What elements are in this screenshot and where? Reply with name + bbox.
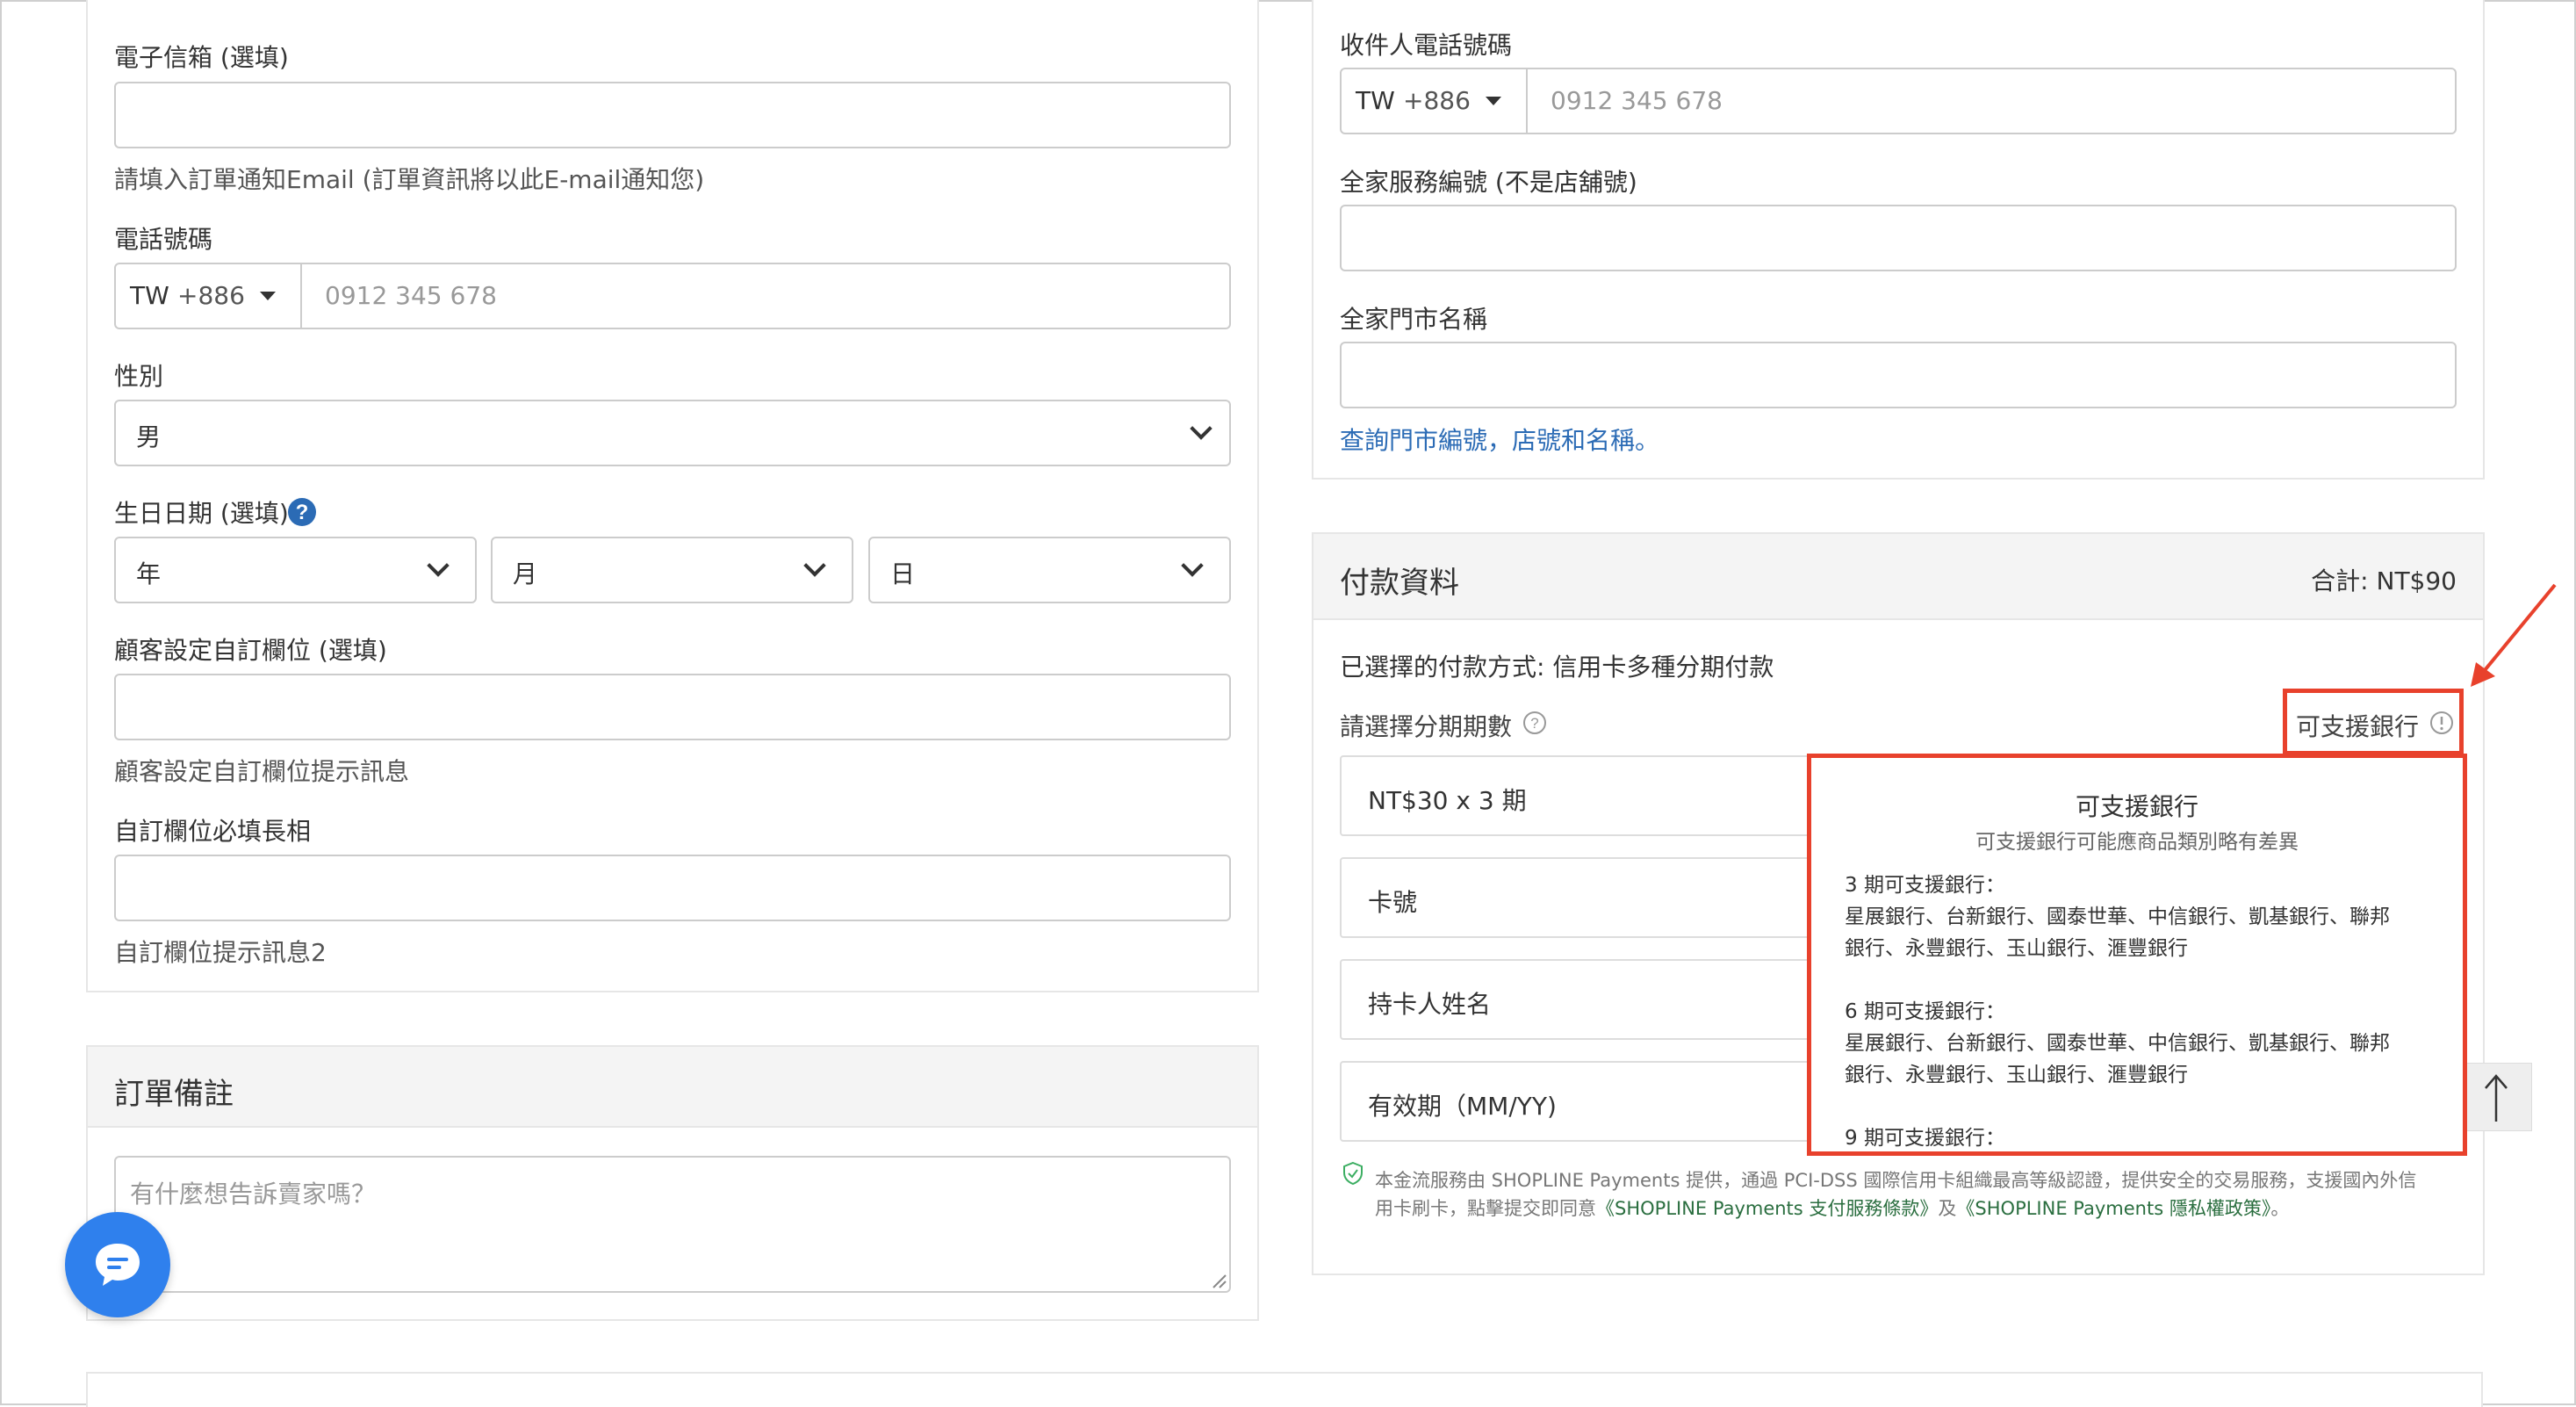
tooltip-3-line2: 銀行、永豐銀行、玉山銀行、滙豐銀行 <box>1845 937 2188 960</box>
recipient-country-dropdown-icon[interactable] <box>1486 97 1501 105</box>
birthday-month-select[interactable] <box>491 537 853 603</box>
payment-header <box>1313 534 2483 620</box>
custom-field-hint: 顧客設定自訂欄位提示訊息 <box>114 757 410 786</box>
disclaimer-line1: 本金流服務由 SHOPLINE Payments 提供，通過 PCI-DSS 國… <box>1375 1170 2417 1191</box>
gender-value: 男 <box>136 422 162 451</box>
recipient-phone-divider <box>1526 69 1528 133</box>
disclaimer-prefix: 用卡刷卡，點擊提交即同意 <box>1375 1198 1596 1219</box>
service-no-label: 全家服務編號 (不是店舖號) <box>1340 168 1637 197</box>
annotation-arrow-icon <box>2471 583 2557 687</box>
tooltip-3-line1: 星展銀行、台新銀行、國泰世華、中信銀行、凱基銀行、聯邦 <box>1845 906 2390 928</box>
supported-banks-tooltip: 可支援銀行 可支援銀行可能應商品類別略有差異 3 期可支援銀行： 星展銀行、台新… <box>1807 754 2467 1156</box>
tooltip-6-line2: 銀行、永豐銀行、玉山銀行、滙豐銀行 <box>1845 1064 2188 1086</box>
help-circle-icon[interactable]: ? <box>1522 710 1548 736</box>
required-field-input[interactable] <box>114 855 1231 921</box>
svg-text:?: ? <box>1530 715 1538 732</box>
email-hint: 請填入訂單通知Email (訂單資訊將以此E-mail通知您) <box>114 165 705 194</box>
disclaimer-period: 。 <box>2270 1198 2290 1219</box>
custom-field-label: 顧客設定自訂欄位 (選填) <box>114 636 387 665</box>
chat-bubble-icon <box>96 1244 140 1286</box>
recipient-phone-label: 收件人電話號碼 <box>1340 31 1513 60</box>
tooltip-title: 可支援銀行 <box>2075 792 2198 821</box>
privacy-link[interactable]: 《SHOPLINE Payments 隱私權政策》 <box>1956 1198 2270 1219</box>
phone-label: 電話號碼 <box>114 225 213 254</box>
email-input[interactable] <box>114 82 1231 148</box>
bottom-panel <box>86 1372 2483 1407</box>
resize-handle-icon[interactable] <box>1210 1272 1227 1289</box>
recipient-dial-code[interactable]: +886 <box>1403 86 1471 115</box>
custom-field-input[interactable] <box>114 674 1231 740</box>
terms-link[interactable]: 《SHOPLINE Payments 支付服務條款》 <box>1596 1198 1938 1219</box>
back-to-top-button[interactable] <box>2458 1063 2532 1131</box>
tooltip-3-title: 3 期可支援銀行： <box>1845 874 2005 897</box>
gender-select[interactable] <box>114 400 1231 466</box>
shield-check-icon <box>1343 1161 1363 1186</box>
disclaimer-and: 及 <box>1938 1198 1957 1219</box>
birthday-day-value: 日 <box>890 559 916 588</box>
supported-banks-link[interactable]: 可支援銀行 <box>2296 708 2419 743</box>
tooltip-subtitle: 可支援銀行可能應商品類別略有差異 <box>1975 831 2299 854</box>
phone-input-group <box>114 263 1231 329</box>
birthday-day-select[interactable] <box>868 537 1231 603</box>
birthday-month-value: 月 <box>513 559 538 588</box>
payment-title: 付款資料 <box>1340 566 1459 601</box>
svg-text:?: ? <box>296 501 309 524</box>
tooltip-9-title: 9 期可支援銀行： <box>1845 1127 2005 1150</box>
gender-label: 性別 <box>114 362 164 391</box>
selected-payment-method: 已選擇的付款方式: 信用卡多種分期付款 <box>1340 653 1774 682</box>
required-field-label: 自訂欄位必填長相 <box>114 817 312 846</box>
tooltip-6-title: 6 期可支援銀行： <box>1845 1000 2005 1023</box>
order-note-placeholder: 有什麼想告訴賣家嗎？ <box>130 1180 377 1209</box>
phone-dial-code[interactable]: +886 <box>177 281 245 310</box>
recipient-phone-group <box>1340 68 2457 134</box>
phone-country-code[interactable]: TW <box>130 281 169 310</box>
birthday-year-value: 年 <box>136 559 162 588</box>
card-holder-placeholder: 持卡人姓名 <box>1368 990 1492 1019</box>
store-name-input[interactable] <box>1340 342 2457 408</box>
chat-button[interactable] <box>65 1212 170 1317</box>
phone-country-dropdown-icon[interactable] <box>260 292 276 300</box>
disclaimer-line2: 用卡刷卡，點擊提交即同意《SHOPLINE Payments 支付服務條款》及《… <box>1375 1194 2289 1221</box>
email-label: 電子信箱 (選填) <box>114 43 289 72</box>
recipient-phone-input[interactable]: 0912 345 678 <box>1551 86 1723 115</box>
birthday-label: 生日日期 (選填) <box>114 499 289 528</box>
store-lookup-link[interactable]: 查詢門市編號，店號和名稱。 <box>1340 422 1659 457</box>
arrow-up-icon <box>2485 1074 2508 1122</box>
order-note-title: 訂單備註 <box>114 1077 234 1112</box>
order-note-header <box>88 1047 1257 1128</box>
tooltip-6-line1: 星展銀行、台新銀行、國泰世華、中信銀行、凱基銀行、聯邦 <box>1845 1032 2390 1055</box>
question-circle-icon[interactable]: ? <box>287 497 317 527</box>
expiry-placeholder: 有效期（MM/YY) <box>1368 1092 1557 1121</box>
card-number-placeholder: 卡號 <box>1368 888 1418 917</box>
phone-input[interactable]: 0912 345 678 <box>325 281 497 310</box>
phone-divider <box>300 264 302 328</box>
service-no-input[interactable] <box>1340 205 2457 271</box>
store-name-label: 全家門市名稱 <box>1340 305 1488 334</box>
birthday-year-select[interactable] <box>114 537 477 603</box>
info-circle-icon[interactable] <box>2428 710 2455 736</box>
installment-label: 請選擇分期期數 <box>1340 712 1513 741</box>
required-field-hint: 自訂欄位提示訊息2 <box>114 938 327 967</box>
installment-value: NT$30 x 3 期 <box>1368 786 1527 815</box>
recipient-country-code[interactable]: TW <box>1356 86 1395 115</box>
payment-total: 合計: NT$90 <box>2311 566 2457 595</box>
